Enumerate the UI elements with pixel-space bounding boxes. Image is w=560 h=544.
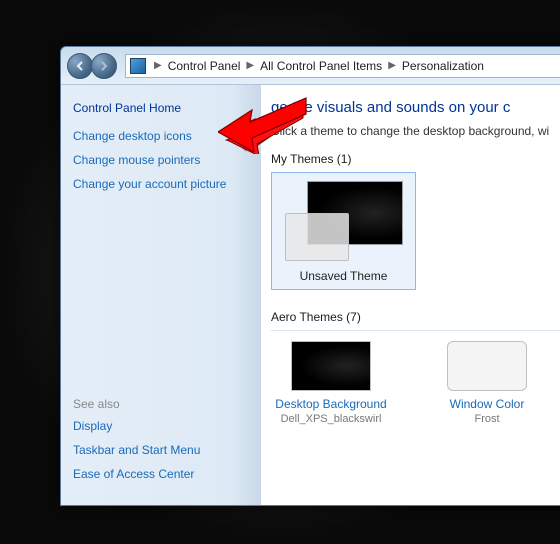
divider [271, 330, 560, 331]
desktop-background-option[interactable]: Desktop Background Dell_XPS_blackswirl [271, 341, 391, 425]
change-account-picture-link[interactable]: Change your account picture [73, 177, 249, 191]
desktop-background-thumb [291, 341, 371, 391]
control-panel-icon [130, 58, 146, 74]
see-also-section: See also Display Taskbar and Start Menu … [73, 397, 200, 491]
breadcrumb-item[interactable]: All Control Panel Items [260, 59, 382, 73]
breadcrumb-item[interactable]: Control Panel [168, 59, 241, 73]
ease-of-access-link[interactable]: Ease of Access Center [73, 467, 200, 481]
back-button[interactable] [67, 53, 93, 79]
chevron-right-icon: ▶ [246, 60, 254, 71]
desktop-background-value: Dell_XPS_blackswirl [271, 413, 391, 425]
window-color-option[interactable]: Window Color Frost [427, 341, 547, 425]
my-themes-header: My Themes (1) [271, 152, 560, 166]
window-color-value: Frost [427, 413, 547, 425]
chevron-right-icon: ▶ [154, 60, 162, 71]
see-also-header: See also [73, 397, 200, 411]
instruction-text: Click a theme to change the desktop back… [271, 124, 560, 138]
sidebar-title[interactable]: Control Panel Home [73, 101, 249, 115]
chevron-right-icon: ▶ [388, 60, 396, 71]
window-color-label: Window Color [427, 397, 547, 411]
window-color-thumb [447, 341, 527, 391]
personalization-window: ▶ Control Panel ▶ All Control Panel Item… [60, 46, 560, 506]
sidebar: Control Panel Home Change desktop icons … [61, 85, 261, 505]
theme-item[interactable]: Unsaved Theme [271, 172, 416, 290]
change-mouse-pointers-link[interactable]: Change mouse pointers [73, 153, 249, 167]
breadcrumb[interactable]: ▶ Control Panel ▶ All Control Panel Item… [125, 54, 560, 78]
desktop-background-label: Desktop Background [271, 397, 391, 411]
change-desktop-icons-link[interactable]: Change desktop icons [73, 129, 249, 143]
theme-thumbnail [285, 181, 403, 261]
breadcrumb-item[interactable]: Personalization [402, 59, 484, 73]
forward-button[interactable] [91, 53, 117, 79]
main-content: ge the visuals and sounds on your c Clic… [261, 85, 560, 505]
address-bar: ▶ Control Panel ▶ All Control Panel Item… [61, 47, 560, 85]
display-link[interactable]: Display [73, 419, 200, 433]
taskbar-start-menu-link[interactable]: Taskbar and Start Menu [73, 443, 200, 457]
theme-label: Unsaved Theme [280, 269, 407, 283]
aero-themes-header: Aero Themes (7) [271, 310, 560, 324]
page-heading: ge the visuals and sounds on your c [271, 99, 560, 116]
